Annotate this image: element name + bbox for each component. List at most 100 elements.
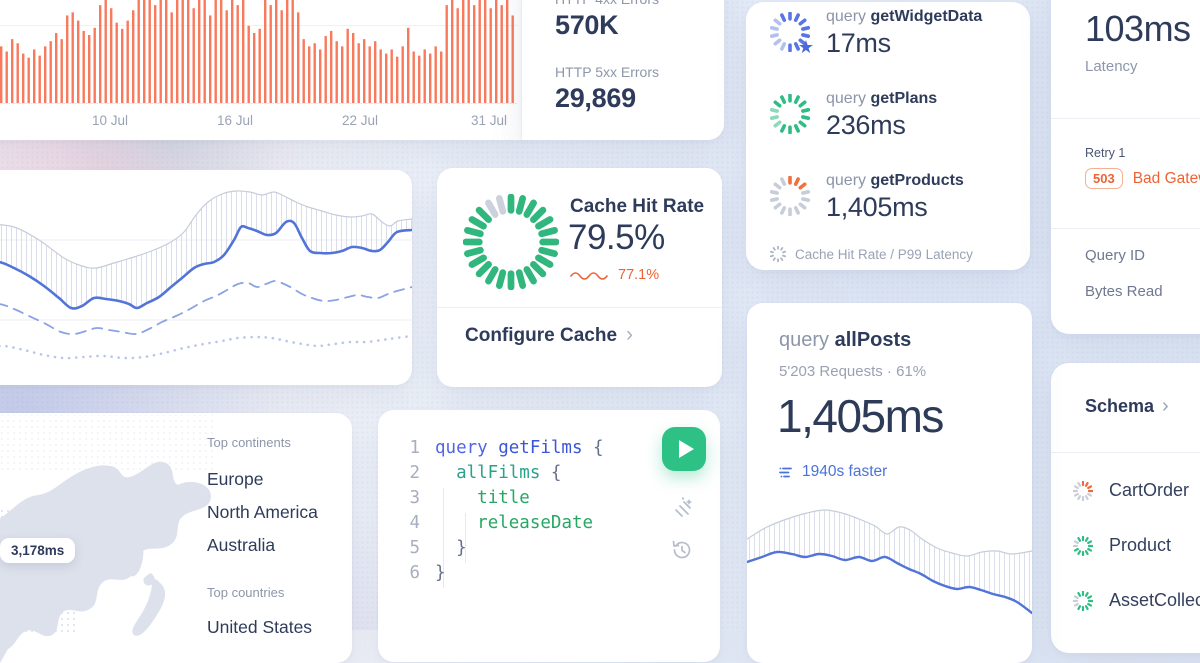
allposts-trend-chart bbox=[747, 499, 1032, 649]
query-name: allPosts bbox=[835, 329, 912, 351]
line-number: 1 bbox=[396, 436, 420, 461]
x-tick-label: 31 Jul bbox=[471, 113, 507, 128]
latency-percentiles-chart-card bbox=[0, 170, 412, 385]
retry-label: Retry 1 bbox=[1085, 146, 1125, 160]
divider bbox=[1051, 118, 1200, 119]
query-latency-value: 236ms bbox=[826, 110, 937, 141]
configure-cache-button[interactable]: Configure Cache› bbox=[465, 323, 633, 347]
line-number: 6 bbox=[396, 561, 420, 586]
chevron-right-icon: › bbox=[1162, 395, 1169, 417]
query-name: query getProducts bbox=[826, 172, 964, 190]
list-item: North America bbox=[207, 502, 318, 535]
schema-type-list: CartOrder Product AssetCollection bbox=[1073, 463, 1200, 628]
x-tick-label: 22 Jul bbox=[342, 113, 378, 128]
schema-type-item[interactable]: Product bbox=[1073, 518, 1200, 573]
list-item: United States bbox=[207, 617, 312, 650]
code-tokens: releaseDate bbox=[435, 511, 593, 536]
chevron-right-icon: › bbox=[626, 323, 633, 346]
query-allposts-card: query allPosts 5'203 Requests · 61% 1,40… bbox=[747, 303, 1032, 663]
schema-type-item[interactable]: CartOrder bbox=[1073, 463, 1200, 518]
field-bytes-read: Bytes Read bbox=[1085, 283, 1163, 300]
metric-value: 29,869 bbox=[555, 83, 659, 114]
top-countries-label: Top countries bbox=[207, 585, 284, 600]
top-continents-list: EuropeNorth AmericaAustralia bbox=[207, 469, 318, 568]
status-text: Bad Gateway bbox=[1133, 170, 1200, 188]
cache-ring-gauge bbox=[463, 194, 559, 290]
query-row-text: query getWidgetData 17ms bbox=[826, 8, 982, 59]
type-name: Product bbox=[1109, 535, 1171, 556]
squiggle-trend-icon bbox=[570, 269, 610, 281]
query-spinner-icon: ★ bbox=[770, 12, 810, 52]
latency-percentiles-chart bbox=[0, 170, 412, 385]
latency-map-badge: 3,178ms bbox=[0, 538, 75, 563]
type-spinner-icon bbox=[1073, 481, 1093, 501]
http-5xx-metric: HTTP 5xx Errors 29,869 bbox=[555, 64, 659, 114]
latency-label: Latency bbox=[1085, 58, 1138, 75]
query-title: query allPosts bbox=[779, 329, 911, 352]
geo-latency-card: 3,178ms Top continents EuropeNorth Ameri… bbox=[0, 413, 352, 663]
metric-label: HTTP 5xx Errors bbox=[555, 64, 659, 80]
footer-label: Cache Hit Rate / P99 Latency bbox=[795, 247, 973, 262]
query-spinner-icon bbox=[770, 176, 810, 216]
line-number: 3 bbox=[396, 486, 420, 511]
prettify-icon[interactable] bbox=[669, 495, 695, 521]
line-number: 5 bbox=[396, 536, 420, 561]
query-latency-row[interactable]: query getProducts1,405ms bbox=[770, 172, 964, 223]
list-item: Europe bbox=[207, 469, 318, 502]
cache-title: Cache Hit Rate bbox=[570, 196, 704, 218]
divider bbox=[437, 307, 722, 308]
line-number: 4 bbox=[396, 511, 420, 536]
query-row-text: query getPlans236ms bbox=[826, 90, 937, 141]
query-editor-card: 1query getFilms {2 allFilms {3 title4 re… bbox=[378, 410, 720, 662]
query-latency-row[interactable]: ★ query getWidgetData 17ms bbox=[770, 8, 982, 59]
latency-value: 103ms bbox=[1085, 8, 1191, 50]
http-errors-card: HTTP 4xx Errors 570K HTTP 5xx Errors 29,… bbox=[521, 0, 724, 140]
x-tick-label: 10 Jul bbox=[92, 113, 128, 128]
type-spinner-icon bbox=[1073, 591, 1093, 611]
delta-text: 1940s faster bbox=[802, 463, 887, 481]
code-line: 2 allFilms { bbox=[396, 461, 604, 486]
list-item: Australia bbox=[207, 535, 318, 568]
top-countries-list: United States bbox=[207, 617, 312, 650]
schema-header[interactable]: Schema › bbox=[1085, 395, 1169, 418]
query-name: query getWidgetData bbox=[826, 8, 982, 26]
run-query-button[interactable] bbox=[662, 427, 706, 471]
delta-row: 1940s faster bbox=[779, 463, 887, 481]
type-name: AssetCollection bbox=[1109, 590, 1200, 611]
code-tokens: query getFilms { bbox=[435, 436, 604, 461]
play-icon bbox=[679, 440, 694, 458]
cache-previous-row: 77.1% bbox=[570, 267, 659, 283]
schema-title: Schema bbox=[1085, 396, 1154, 416]
schema-type-item[interactable]: AssetCollection bbox=[1073, 573, 1200, 628]
query-keyword: query bbox=[779, 329, 835, 351]
bar-series bbox=[0, 0, 517, 103]
type-spinner-icon bbox=[1073, 536, 1093, 556]
status-code-badge: 503 bbox=[1085, 168, 1123, 189]
query-latency-row[interactable]: query getPlans236ms bbox=[770, 90, 937, 141]
code-line: 4 releaseDate bbox=[396, 511, 604, 536]
latency-big-value: 1,405ms bbox=[777, 389, 943, 443]
card-footer: Cache Hit Rate / P99 Latency bbox=[770, 246, 973, 262]
top-continents-label: Top continents bbox=[207, 435, 291, 450]
cache-previous-value: 77.1% bbox=[618, 267, 659, 283]
code-line: 5 } bbox=[396, 536, 604, 561]
code-tokens: } bbox=[435, 536, 467, 561]
code-tokens: allFilms { bbox=[435, 461, 561, 486]
divider bbox=[1051, 452, 1200, 453]
code-line: 3 title bbox=[396, 486, 604, 511]
history-icon[interactable] bbox=[669, 537, 695, 563]
schema-card: Schema › CartOrder Product AssetCollection bbox=[1051, 363, 1200, 653]
speed-lines-icon bbox=[779, 466, 794, 479]
line-number: 2 bbox=[396, 461, 420, 486]
request-details-card: 103ms Latency Retry 1 503 Bad Gateway Qu… bbox=[1051, 0, 1200, 334]
query-latency-card: ★ query getWidgetData 17ms query getPlans23… bbox=[746, 2, 1030, 270]
metric-value: 570K bbox=[555, 10, 659, 41]
divider bbox=[1051, 228, 1200, 229]
error-status-row: 503 Bad Gateway bbox=[1085, 168, 1200, 189]
requests-bar-chart bbox=[0, 0, 517, 104]
query-latency-value: 17ms bbox=[826, 28, 982, 59]
cache-value: 79.5% bbox=[568, 218, 665, 258]
query-spinner-icon bbox=[770, 94, 810, 134]
graphql-query-editor[interactable]: 1query getFilms {2 allFilms {3 title4 re… bbox=[396, 436, 604, 586]
code-tokens: } bbox=[435, 561, 446, 586]
